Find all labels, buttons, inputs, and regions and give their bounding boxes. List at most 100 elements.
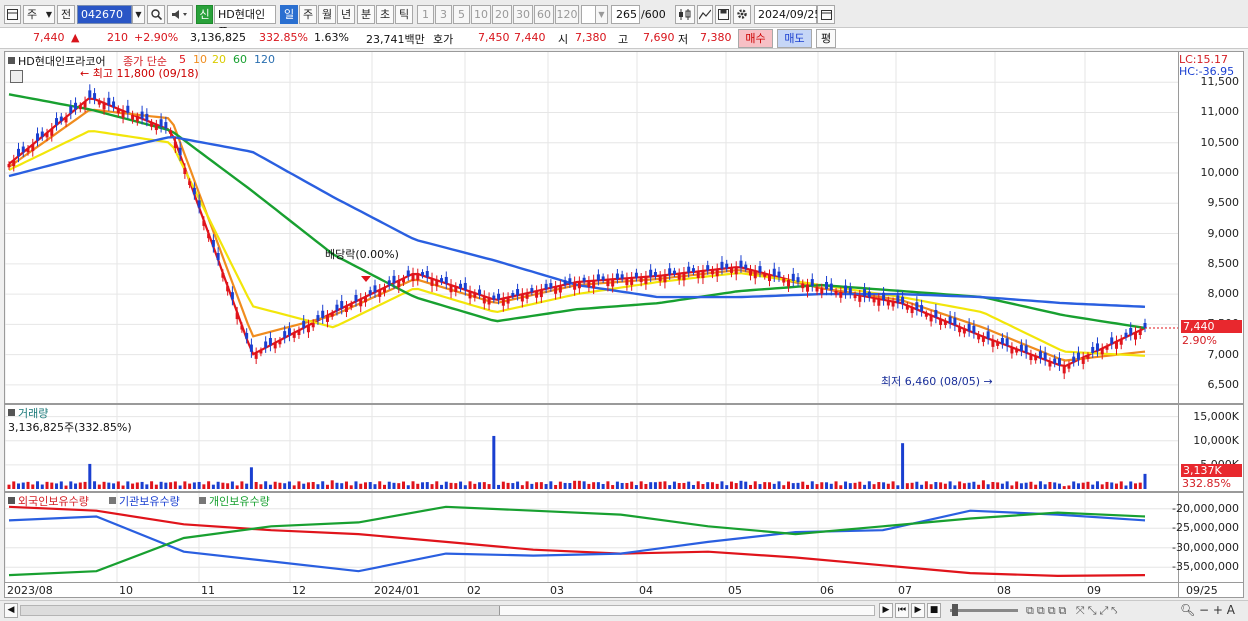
candle-body (806, 284, 810, 292)
candle-body (1133, 332, 1137, 340)
candle-body (444, 276, 448, 284)
volume-bar (1091, 484, 1095, 489)
zoom-icons[interactable]: 🔍︎ − + A (1180, 603, 1235, 617)
candle-body (36, 133, 40, 141)
tab-month[interactable]: 월 (318, 5, 336, 24)
interval-dropdown-icon[interactable]: ▼ (595, 5, 608, 24)
zoom-slider[interactable] (950, 604, 1018, 616)
volume-bar (516, 481, 520, 489)
date-tick-label: 08 (997, 584, 1011, 597)
volume-bar (249, 467, 253, 489)
tab-day[interactable]: 일 (280, 5, 298, 24)
date-input[interactable]: 2024/09/25 (754, 5, 821, 24)
volume-bar (848, 483, 852, 489)
individual-handle-icon[interactable] (199, 497, 206, 504)
volume-bar (763, 482, 767, 489)
volume-pane[interactable]: 거래량 3,136,825주(332.85%) (4, 404, 1179, 492)
volume-bar (368, 482, 372, 489)
holdings-tick-label: -35,000,000 (1172, 560, 1239, 574)
crosshair-icon[interactable] (697, 5, 713, 24)
tab-second[interactable]: 초 (376, 5, 394, 24)
volume-bar (1024, 482, 1028, 489)
tab-week[interactable]: 주 (299, 5, 317, 24)
candle-body (863, 289, 867, 297)
volume-bar (934, 482, 938, 489)
volume-bar (435, 481, 439, 489)
sell-button[interactable]: 매도 (777, 29, 812, 48)
candle-body (264, 341, 268, 348)
candle-body (587, 281, 591, 288)
speaker-icon[interactable] (167, 5, 193, 24)
volume-bar (1110, 482, 1114, 489)
prev-button[interactable]: 전 (57, 5, 75, 24)
pane-handle-icon[interactable] (8, 57, 15, 64)
price-pane[interactable]: HD현대인프라코어 종가 단순 5 10 20 60 120 ← 최고 11,8… (4, 51, 1179, 404)
volume-handle-icon[interactable] (8, 409, 15, 416)
date-axis-end: 09/25 (1179, 583, 1244, 598)
layout-icon[interactable] (4, 5, 21, 24)
volume-bar (31, 484, 35, 489)
stop-icon[interactable]: ■ (927, 603, 941, 618)
gear-icon[interactable] (733, 5, 751, 24)
rewind-icon[interactable]: ⏮ (895, 603, 909, 618)
tab-tick[interactable]: 틱 (395, 5, 413, 24)
search-icon[interactable] (147, 5, 165, 24)
chart-tools-icons[interactable]: ⧉⧉⧉⧉ ⤧⤡⤢⤣ (1026, 604, 1121, 618)
candle-body (901, 296, 905, 304)
holdings-handle-icon[interactable] (8, 497, 15, 504)
grid-icon[interactable] (10, 70, 23, 83)
chart-window: 주 ▼ 전 042670 ▼ 신 HD현대인프 일 주 월 년 분 초 틱 1 … (0, 0, 1248, 621)
scroll-bar[interactable]: ◀ ▶ ⏮ ▶ ■ ⧉⧉⧉⧉ ⤧⤡⤢⤣ 🔍︎ − + A (0, 600, 1248, 621)
date-tick-label: 11 (201, 584, 215, 597)
scroll-right-icon[interactable]: ▶ (879, 603, 893, 618)
play-icon[interactable]: ▶ (911, 603, 925, 618)
volume-bar (330, 480, 334, 489)
volume-bar (1095, 481, 1099, 489)
zoom-slider-handle[interactable] (952, 604, 958, 616)
save-icon[interactable] (715, 5, 731, 24)
tick-120[interactable]: 120 (555, 5, 579, 24)
eval-button[interactable]: 평 (816, 29, 836, 48)
candle-body (183, 168, 187, 174)
tick-30[interactable]: 30 (513, 5, 533, 24)
candle-icon[interactable] (675, 5, 695, 24)
calendar-icon[interactable] (817, 5, 835, 24)
stock-code-input[interactable]: 042670 (77, 5, 132, 24)
candle-body (359, 299, 363, 307)
scroll-track[interactable] (20, 605, 875, 616)
tick-20[interactable]: 20 (492, 5, 512, 24)
foreign-legend: 외국인보유수량 (18, 495, 89, 508)
volume-bar (459, 481, 463, 489)
tick-3[interactable]: 3 (435, 5, 452, 24)
institution-handle-icon[interactable] (109, 497, 116, 504)
view-count-input[interactable]: 265 (611, 5, 640, 24)
tick-1[interactable]: 1 (417, 5, 434, 24)
code-dropdown-icon[interactable]: ▼ (132, 5, 145, 24)
candle-body (910, 307, 914, 314)
buy-button[interactable]: 매수 (738, 29, 773, 48)
period-select[interactable]: 주 ▼ (23, 5, 55, 24)
tab-year[interactable]: 년 (337, 5, 355, 24)
volume-bar (444, 481, 448, 489)
tick-5[interactable]: 5 (453, 5, 470, 24)
candle-body (126, 105, 130, 113)
scroll-left-icon[interactable]: ◀ (4, 603, 18, 618)
volume-bar (634, 485, 638, 489)
volume-bar (872, 484, 876, 489)
candle-body (758, 266, 762, 273)
holdings-pane[interactable]: 외국인보유수량 기관보유수량 개인보유수량 (4, 492, 1179, 583)
tick-60[interactable]: 60 (534, 5, 554, 24)
volume-bar (221, 482, 225, 489)
candle-body (920, 305, 924, 312)
candle-body (1143, 322, 1147, 328)
volume-bar (392, 482, 396, 489)
volume-bar (292, 485, 296, 489)
new-badge[interactable]: 신 (196, 5, 213, 24)
volume-bar (820, 482, 824, 489)
volume-bar (535, 482, 539, 489)
tick-10[interactable]: 10 (471, 5, 491, 24)
candle-body (777, 271, 781, 278)
candle-body (630, 277, 634, 285)
scroll-thumb[interactable] (499, 606, 874, 615)
tab-minute[interactable]: 분 (357, 5, 375, 24)
